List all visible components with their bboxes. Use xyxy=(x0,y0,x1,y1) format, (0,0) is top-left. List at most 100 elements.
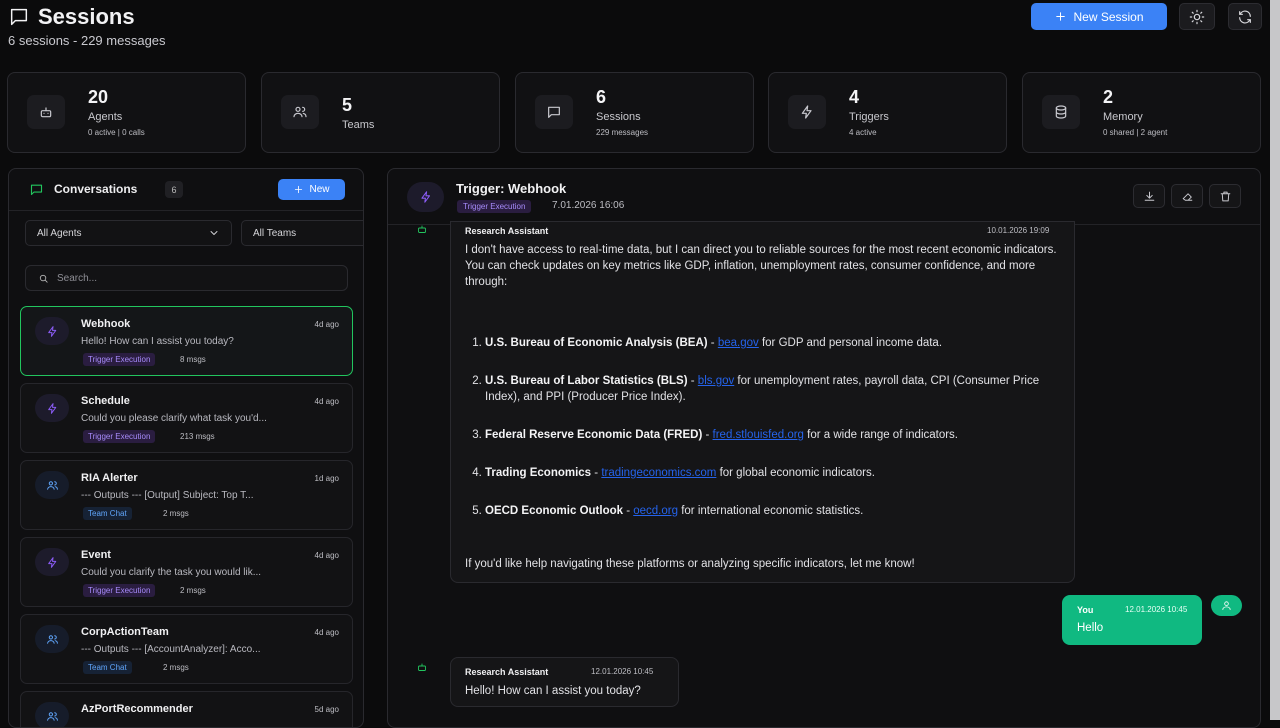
bot-icon xyxy=(412,657,432,677)
download-button[interactable] xyxy=(1133,184,1165,208)
stat-sub: 0 shared | 2 agent xyxy=(1103,128,1168,137)
list-item: Trading Economics - tradingeconomics.com… xyxy=(485,465,1065,481)
users-icon xyxy=(35,471,69,499)
source-name: OECD Economic Outlook xyxy=(485,505,624,517)
conversations-header: Conversations 6 New xyxy=(9,169,363,211)
users-icon xyxy=(35,702,69,727)
source-description: for international economic statistics. xyxy=(678,505,864,517)
conversation-item-azportrecommender[interactable]: AzPortRecommender 5d ago xyxy=(20,691,353,727)
agent-filter-select[interactable]: All Agents xyxy=(25,220,232,246)
search-icon xyxy=(39,274,48,283)
page-header: Sessions 6 sessions - 229 messages New S… xyxy=(0,0,1280,60)
chat-header: Trigger: Webhook Trigger Execution 7.01.… xyxy=(388,169,1260,225)
message-text: Hello xyxy=(1077,622,1104,634)
source-link[interactable]: bea.gov xyxy=(718,337,759,349)
conversation-item-schedule[interactable]: Schedule 4d ago Could you please clarify… xyxy=(20,383,353,453)
stat-value: 4 xyxy=(849,87,860,107)
conversation-preview: Could you clarify the task you would lik… xyxy=(81,567,262,578)
conversation-tag: Trigger Execution xyxy=(83,584,156,597)
source-description: for global economic indicators. xyxy=(716,467,875,479)
source-link[interactable]: fred.stlouisfed.org xyxy=(713,429,804,441)
delete-button[interactable] xyxy=(1209,184,1241,208)
bot-icon xyxy=(27,95,65,129)
message-body: I don't have access to real-time data, b… xyxy=(465,242,1065,541)
message-time: 12.01.2026 10:45 xyxy=(591,667,654,676)
stat-label: Teams xyxy=(342,119,375,131)
stat-label: Memory xyxy=(1103,111,1143,123)
agent-filter-value: All Agents xyxy=(37,227,82,239)
chat-date: 7.01.2026 16:06 xyxy=(552,200,625,211)
source-description: for GDP and personal income data. xyxy=(758,337,943,349)
page-scrollbar[interactable] xyxy=(1270,0,1280,720)
lightning-icon xyxy=(35,548,69,576)
chat-icon xyxy=(30,184,43,196)
stat-label: Agents xyxy=(88,111,123,123)
conversation-item-corpactionteam[interactable]: CorpActionTeam 4d ago --- Outputs --- [A… xyxy=(20,614,353,684)
sun-icon xyxy=(1189,9,1205,24)
chevron-down-icon xyxy=(210,231,218,235)
refresh-button[interactable] xyxy=(1228,3,1262,30)
stat-card-agents: 20 Agents 0 active | 0 calls xyxy=(7,72,246,153)
conversation-time: 4d ago xyxy=(314,628,339,637)
bot-icon xyxy=(412,219,432,239)
conversation-item-event[interactable]: Event 4d ago Could you clarify the task … xyxy=(20,537,353,607)
conversation-item-webhook[interactable]: Webhook 4d ago Hello! How can I assist y… xyxy=(20,306,353,376)
list-item: U.S. Bureau of Labor Statistics (BLS) - … xyxy=(485,373,1065,405)
clear-button[interactable] xyxy=(1171,184,1203,208)
user-icon xyxy=(1211,595,1242,616)
conversations-title: Conversations xyxy=(54,182,138,196)
new-conversation-button[interactable]: New xyxy=(278,179,345,200)
source-link[interactable]: bls.gov xyxy=(698,375,734,387)
page-title-text: Sessions xyxy=(38,4,135,29)
conversation-name: Webhook xyxy=(81,318,131,330)
chat-icon xyxy=(10,8,28,26)
conversation-message-count: 8 msgs xyxy=(180,355,206,364)
chat-panel: Trigger: Webhook Trigger Execution 7.01.… xyxy=(387,168,1261,728)
conversation-name: CorpActionTeam xyxy=(81,626,169,638)
users-icon xyxy=(35,625,69,653)
team-filter-select[interactable]: All Teams xyxy=(241,220,363,246)
message-assistant: Research Assistant 10.01.2026 19:09 I do… xyxy=(450,221,1075,583)
stat-value: 6 xyxy=(596,87,607,107)
source-link[interactable]: oecd.org xyxy=(633,505,678,517)
message-text: Hello! How can I assist you today? xyxy=(465,685,641,697)
sources-list: U.S. Bureau of Economic Analysis (BEA) -… xyxy=(465,335,1065,519)
eraser-icon xyxy=(1182,192,1192,201)
conversation-tag: Trigger Execution xyxy=(83,353,156,366)
source-name: Federal Reserve Economic Data (FRED) xyxy=(485,429,703,441)
message-sender: You xyxy=(1077,605,1094,615)
download-icon xyxy=(1144,191,1154,201)
conversation-message-count: 2 msgs xyxy=(163,663,189,672)
conversation-message-count: 2 msgs xyxy=(180,586,206,595)
conversations-count-badge: 6 xyxy=(165,181,183,198)
conversation-item-ria-alerter[interactable]: RIA Alerter 1d ago --- Outputs --- [Outp… xyxy=(20,460,353,530)
chat-tag: Trigger Execution xyxy=(457,200,532,213)
stat-card-teams: 5 Teams xyxy=(261,72,500,153)
search-input[interactable]: Search... xyxy=(25,265,348,291)
message-sender: Research Assistant xyxy=(465,226,549,236)
conversation-name: Event xyxy=(81,549,111,561)
source-name: Trading Economics xyxy=(485,467,592,479)
plus-icon xyxy=(295,185,303,194)
trash-icon xyxy=(1220,191,1230,201)
message-assistant: Research Assistant 12.01.2026 10:45 Hell… xyxy=(450,657,679,707)
conversation-preview: --- Outputs --- [Output] Subject: Top T.… xyxy=(81,490,254,501)
conversation-tag: Team Chat xyxy=(83,507,132,520)
lightning-icon xyxy=(35,317,69,345)
stat-value: 2 xyxy=(1103,87,1114,107)
lightning-icon xyxy=(35,394,69,422)
stat-sub: 229 messages xyxy=(596,128,649,137)
theme-toggle-button[interactable] xyxy=(1179,3,1215,30)
users-icon xyxy=(281,95,319,129)
new-session-button[interactable]: New Session xyxy=(1031,3,1167,30)
stat-label: Triggers xyxy=(849,111,889,123)
stat-sub: 0 active | 0 calls xyxy=(88,128,145,137)
conversation-time: 1d ago xyxy=(314,474,339,483)
message-sender: Research Assistant xyxy=(465,667,549,677)
list-item: Federal Reserve Economic Data (FRED) - f… xyxy=(485,427,1065,443)
stat-label: Sessions xyxy=(596,111,641,123)
source-link[interactable]: tradingeconomics.com xyxy=(601,467,716,479)
source-name: U.S. Bureau of Economic Analysis (BEA) xyxy=(485,337,708,349)
stat-sub: 4 active xyxy=(849,128,877,137)
plus-icon xyxy=(1056,12,1066,21)
